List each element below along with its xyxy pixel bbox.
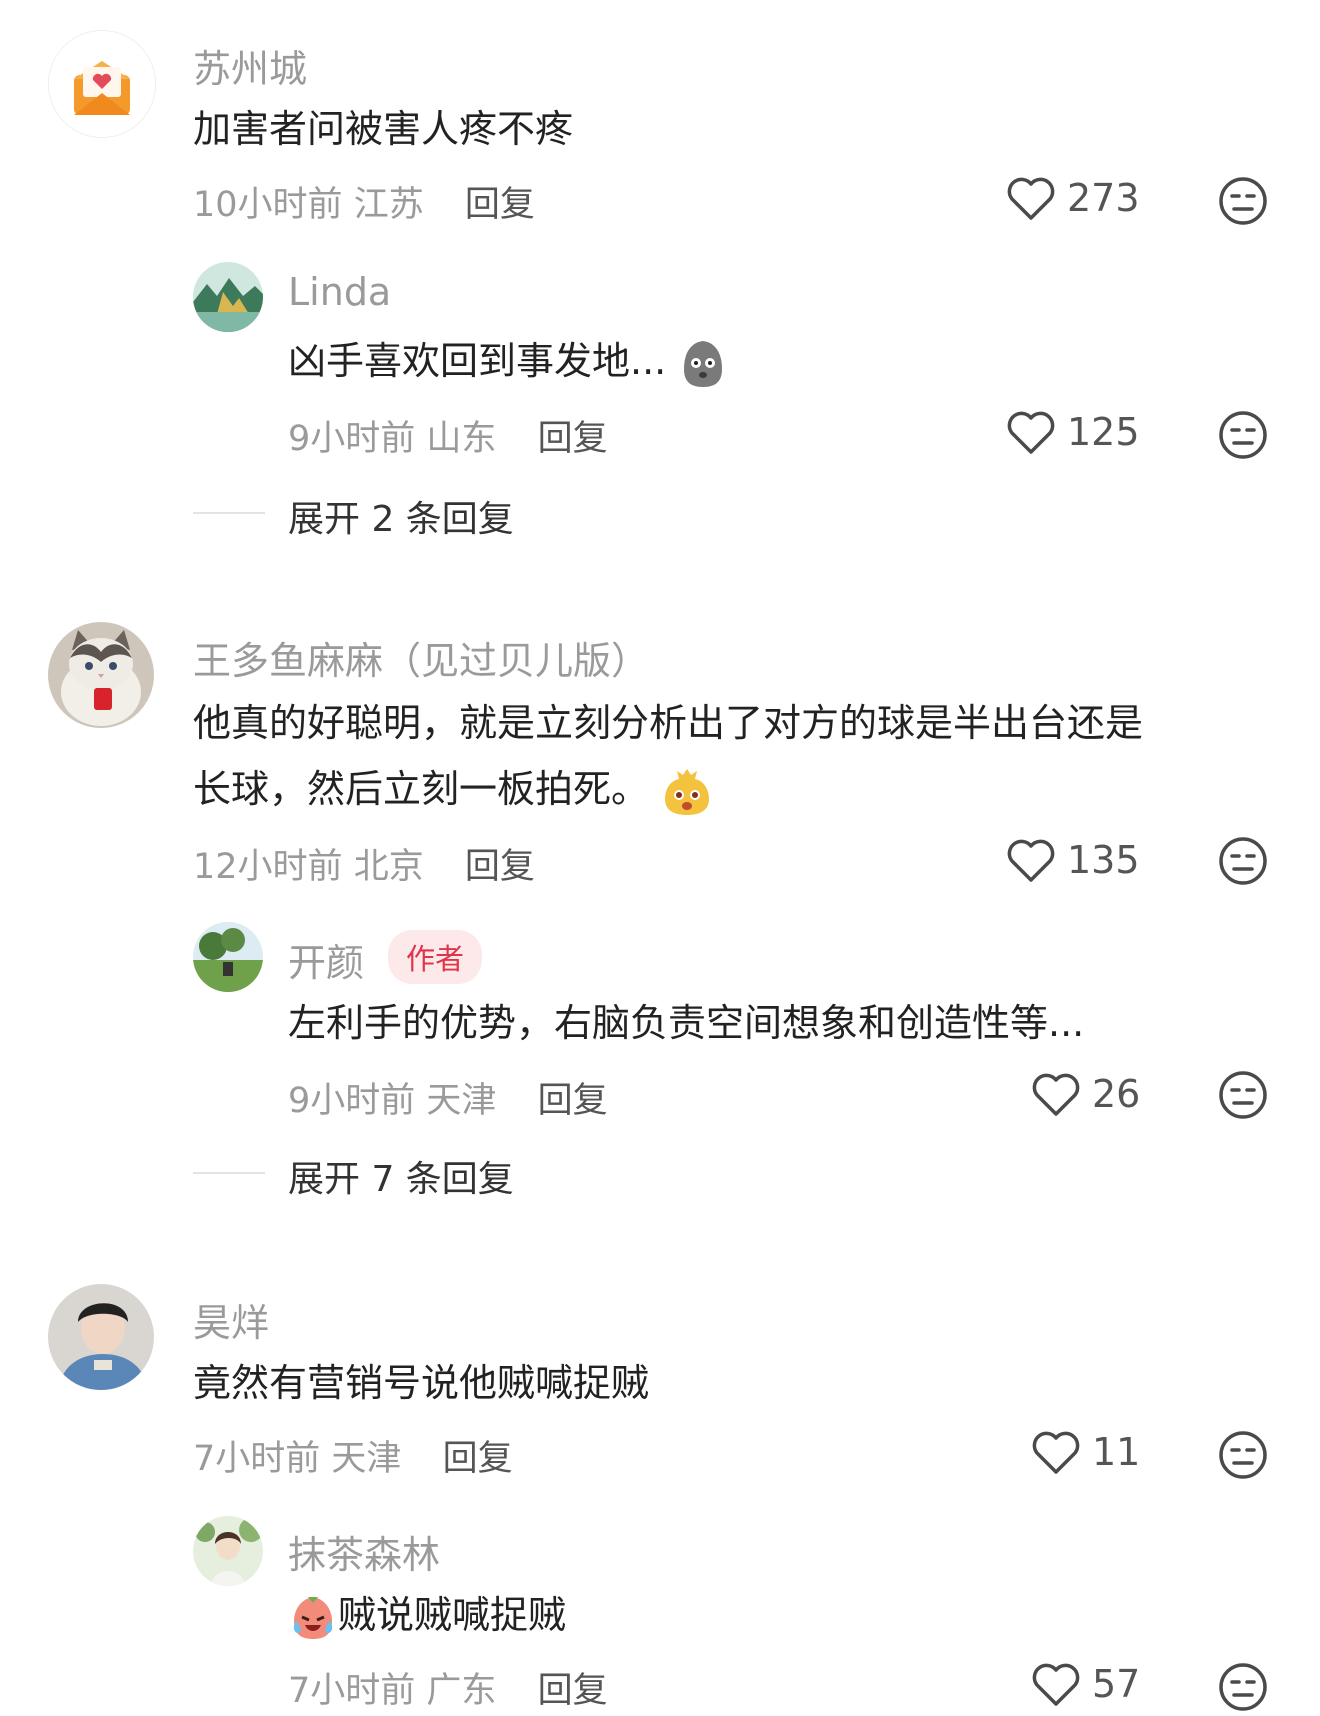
- reply-button[interactable]: 回复: [443, 1439, 513, 1479]
- reply-location: 天津: [426, 1081, 497, 1121]
- smile-emoji-icon: [665, 768, 710, 815]
- expand-replies-button[interactable]: 展开 2 条回复: [288, 490, 514, 542]
- reply-time: 7小时前: [288, 1671, 416, 1711]
- like-count: 135: [1067, 838, 1140, 882]
- reply-username[interactable]: 开颜: [288, 932, 364, 987]
- comment-meta: 7小时前 天津 回复: [193, 1430, 513, 1481]
- heart-outline-icon: [1032, 1073, 1080, 1116]
- neutral-face-icon: [1219, 1663, 1267, 1711]
- reply-button[interactable]: 回复: [465, 847, 535, 887]
- reply-text: 左利手的优势，右脑负责空间想象和创造性等...: [288, 1001, 1085, 1045]
- neutral-face-icon: [1219, 1431, 1267, 1479]
- comment-time: 10小时前: [193, 185, 343, 225]
- reply-location: 山东: [426, 419, 497, 459]
- divider: [193, 512, 265, 514]
- like-count: 11: [1092, 1430, 1141, 1474]
- reply-meta: 9小时前 山东 回复: [288, 410, 608, 461]
- dislike-button[interactable]: [1218, 1070, 1268, 1124]
- dislike-button[interactable]: [1218, 176, 1268, 230]
- comment-text: 竟然有营销号说他贼喊捉贼: [193, 1361, 650, 1405]
- heart-outline-icon: [1032, 1663, 1080, 1706]
- reply-time: 9小时前: [288, 1081, 416, 1121]
- ghost-emoji-icon: [684, 340, 723, 387]
- crying-laugh-emoji-icon: [293, 1596, 333, 1639]
- comment-location: 北京: [353, 847, 424, 887]
- comment-username[interactable]: 苏州城: [193, 38, 307, 93]
- reply-meta: 9小时前 天津 回复: [288, 1072, 608, 1123]
- comment-time: 7小时前: [193, 1439, 321, 1479]
- comment-meta: 12小时前 北京 回复: [193, 838, 535, 889]
- reply-avatar[interactable]: [193, 262, 263, 332]
- like-count: 273: [1067, 176, 1140, 220]
- comment-username[interactable]: 王多鱼麻麻（见过贝儿版）: [193, 630, 649, 685]
- like-button[interactable]: 135: [1005, 836, 1140, 884]
- author-badge: 作者: [388, 930, 483, 984]
- reply-text-content: 贼说贼喊捉贼: [338, 1593, 567, 1637]
- park-avatar-icon: [193, 922, 263, 992]
- envelope-heart-icon: [49, 31, 155, 137]
- like-count: 26: [1092, 1072, 1141, 1116]
- avatar[interactable]: [48, 30, 156, 138]
- landscape-avatar-icon: [193, 262, 263, 332]
- dislike-button[interactable]: [1218, 836, 1268, 890]
- like-button[interactable]: 26: [1030, 1070, 1140, 1118]
- like-button[interactable]: 11: [1030, 1428, 1140, 1476]
- heart-outline-icon: [1007, 411, 1055, 454]
- neutral-face-icon: [1219, 837, 1267, 885]
- comment-text-content: 长球，然后立刻一板拍死。: [193, 767, 650, 811]
- like-count: 125: [1067, 410, 1140, 454]
- reply-username[interactable]: 抹茶森林: [288, 1524, 440, 1579]
- reply-button[interactable]: 回复: [465, 185, 535, 225]
- dislike-button[interactable]: [1218, 410, 1268, 464]
- comment-username[interactable]: 昊烊: [193, 1292, 269, 1347]
- comment-text-line: 他真的好聪明，就是立刻分析出了对方的球是半出台还是: [193, 701, 1144, 745]
- comment-location: 江苏: [353, 185, 424, 225]
- dislike-button[interactable]: [1218, 1662, 1268, 1716]
- comment-location: 天津: [331, 1439, 402, 1479]
- comment-meta: 10小时前 江苏 回复: [193, 176, 535, 227]
- avatar[interactable]: [48, 1284, 154, 1390]
- avatar[interactable]: [48, 622, 154, 728]
- reply-text: 贼说贼喊捉贼: [288, 1582, 566, 1648]
- comment-text: 加害者问被害人疼不疼: [193, 107, 574, 151]
- reply-button[interactable]: 回复: [538, 1081, 608, 1121]
- comment-time: 12小时前: [193, 847, 343, 887]
- divider: [193, 1172, 265, 1174]
- cat-avatar-icon: [48, 622, 154, 728]
- like-count: 57: [1092, 1662, 1141, 1706]
- reply-avatar[interactable]: [193, 1516, 263, 1586]
- heart-outline-icon: [1007, 839, 1055, 882]
- like-button[interactable]: 57: [1030, 1660, 1140, 1708]
- person-avatar-icon: [48, 1284, 154, 1390]
- comment-text-line: 长球，然后立刻一板拍死。: [193, 756, 713, 822]
- reply-button[interactable]: 回复: [538, 419, 608, 459]
- neutral-face-icon: [1219, 177, 1267, 225]
- reply-meta: 7小时前 广东 回复: [288, 1662, 608, 1713]
- reply-text: 凶手喜欢回到事发地...: [288, 328, 728, 394]
- like-button[interactable]: 273: [1005, 174, 1140, 222]
- girl-avatar-icon: [193, 1516, 263, 1586]
- neutral-face-icon: [1219, 411, 1267, 459]
- reply-username[interactable]: Linda: [288, 270, 391, 314]
- reply-location: 广东: [426, 1671, 497, 1711]
- reply-text-content: 凶手喜欢回到事发地...: [288, 339, 667, 383]
- heart-outline-icon: [1032, 1431, 1080, 1474]
- dislike-button[interactable]: [1218, 1430, 1268, 1484]
- reply-time: 9小时前: [288, 419, 416, 459]
- heart-outline-icon: [1007, 177, 1055, 220]
- neutral-face-icon: [1219, 1071, 1267, 1119]
- like-button[interactable]: 125: [1005, 408, 1140, 456]
- reply-avatar[interactable]: [193, 922, 263, 992]
- expand-replies-button[interactable]: 展开 7 条回复: [288, 1150, 514, 1202]
- reply-button[interactable]: 回复: [538, 1671, 608, 1711]
